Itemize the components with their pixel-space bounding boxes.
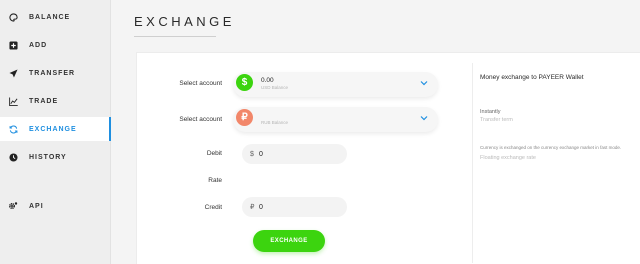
credit-currency: ₽ (250, 204, 255, 211)
debit-currency: $ (250, 150, 254, 158)
sidebar-item-history[interactable]: HISTORY (0, 145, 111, 169)
debit-label: Debit (206, 150, 222, 157)
select-from-label: Select account (179, 80, 222, 87)
debit-field[interactable]: $ (242, 144, 347, 164)
select-to-account[interactable]: ₽ RUB Balance (233, 107, 438, 132)
sidebar-item-label: TRADE (29, 97, 59, 105)
sidebar: BALANCE ADD TRANSFER TRADE EXCHANGE HIST… (0, 0, 111, 264)
column-divider (472, 63, 473, 263)
exchange-card: Select account $ 0.00 USD Balance Select… (136, 52, 640, 264)
sidebar-item-balance[interactable]: BALANCE (0, 5, 111, 29)
send-icon (8, 68, 18, 78)
sidebar-item-label: API (29, 202, 44, 210)
select-to-label: Select account (179, 116, 222, 123)
credit-input[interactable] (259, 203, 339, 211)
sidebar-item-label: ADD (29, 41, 48, 49)
select-to-sub: RUB Balance (261, 120, 289, 125)
chevron-down-icon (420, 116, 428, 121)
sidebar-item-label: BALANCE (29, 13, 71, 21)
page-title: EXCHANGE (134, 14, 235, 29)
select-from-value: 0.00 (261, 77, 274, 84)
info-floating-rate: Floating exchange rate (480, 155, 536, 161)
chart-icon (8, 96, 18, 106)
info-instantly: Instantly (480, 109, 501, 115)
info-transfer-term: Transfer term (480, 117, 513, 123)
main-content: EXCHANGE Select account $ 0.00 USD Balan… (112, 0, 640, 264)
info-note: Currency is exchanged on the currency ex… (480, 145, 622, 150)
select-from-sub: USD Balance (261, 85, 289, 90)
debit-input[interactable] (259, 150, 339, 158)
title-underline (134, 36, 216, 37)
ruble-icon: ₽ (236, 109, 253, 126)
sidebar-item-trade[interactable]: TRADE (0, 89, 111, 113)
sidebar-item-transfer[interactable]: TRANSFER (0, 61, 111, 85)
plus-square-icon (8, 40, 18, 50)
info-title: Money exchange to PAYEER Wallet (480, 74, 584, 81)
sidebar-item-label: TRANSFER (29, 69, 76, 77)
rate-label: Rate (208, 177, 222, 184)
palette-icon (8, 12, 18, 22)
sidebar-item-exchange[interactable]: EXCHANGE (0, 117, 111, 141)
dollar-icon: $ (236, 74, 253, 91)
refresh-icon (8, 124, 18, 134)
select-from-account[interactable]: $ 0.00 USD Balance (233, 72, 438, 97)
clock-icon (8, 152, 18, 162)
sidebar-item-add[interactable]: ADD (0, 33, 111, 57)
credit-field[interactable]: ₽ (242, 197, 347, 217)
exchange-button[interactable]: EXCHANGE (253, 230, 325, 252)
credit-label: Credit (204, 204, 222, 211)
gear-icon (8, 201, 18, 211)
chevron-down-icon (420, 81, 428, 86)
sidebar-item-label: EXCHANGE (29, 125, 77, 133)
sidebar-item-api[interactable]: API (0, 194, 111, 218)
sidebar-item-label: HISTORY (29, 153, 67, 161)
